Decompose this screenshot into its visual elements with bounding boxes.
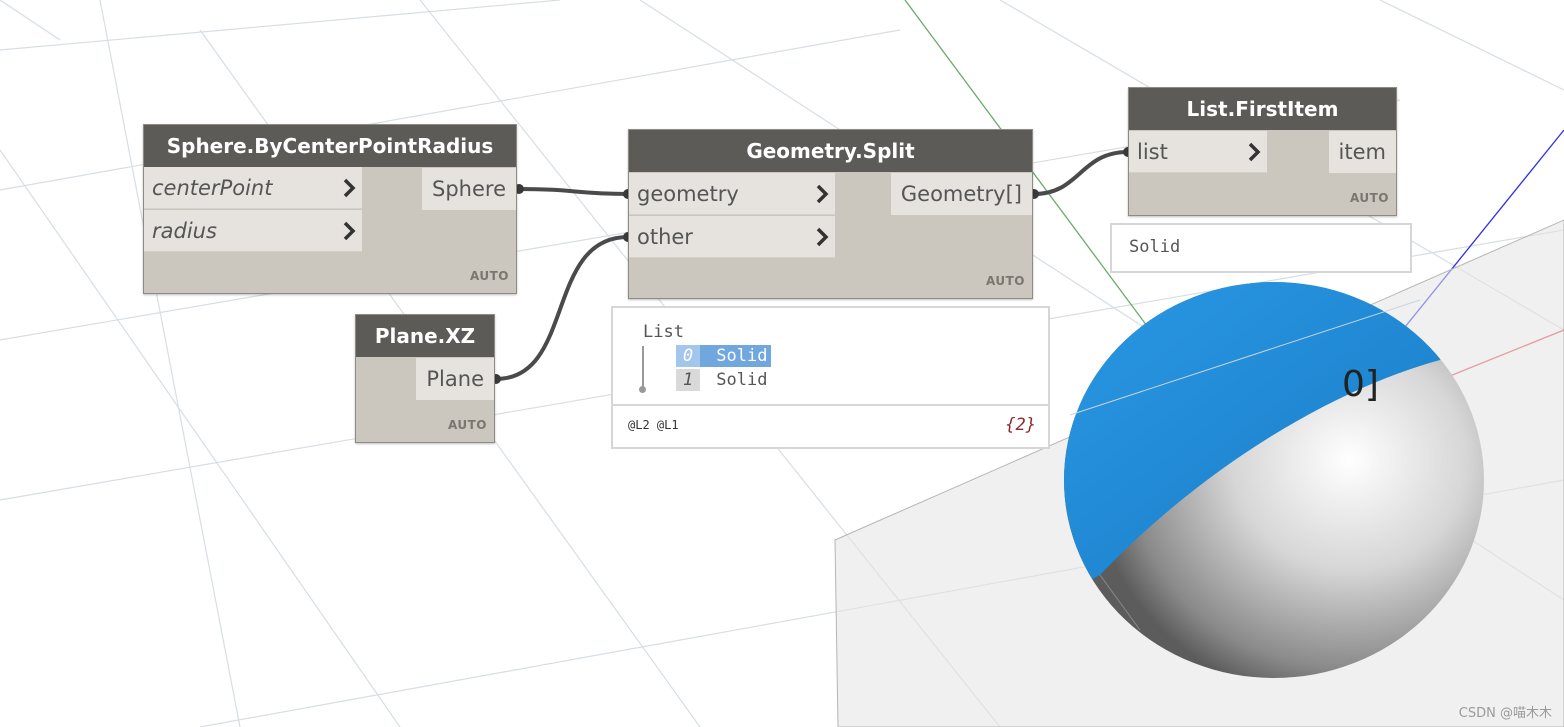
tree-dot — [639, 386, 646, 393]
input-port-center-point[interactable]: centerPoint — [144, 167, 362, 209]
tree-line — [642, 346, 644, 390]
lacing-label: AUTO — [447, 418, 487, 432]
lacing-label: AUTO — [469, 269, 509, 283]
input-port-other[interactable]: other — [629, 216, 835, 258]
node-plane-xz[interactable]: Plane.XZ Plane AUTO — [355, 314, 495, 443]
item-value: Solid — [716, 346, 768, 366]
node-list-first-item[interactable]: List.FirstItem list item AUTO — [1128, 87, 1397, 216]
lacing-label: AUTO — [985, 274, 1025, 288]
node-geometry-split[interactable]: Geometry.Split geometry other Geometry[]… — [628, 129, 1033, 299]
preview-list-item[interactable]: 1 Solid — [676, 369, 767, 391]
node-title[interactable]: List.FirstItem — [1129, 88, 1396, 130]
list-count: {2} — [1005, 415, 1036, 435]
output-port-geometry-array[interactable]: Geometry[] — [890, 173, 1032, 215]
input-port-radius[interactable]: radius — [144, 210, 362, 252]
item-index: 1 — [676, 369, 700, 391]
preview-value: Solid — [1129, 237, 1181, 257]
chevron-right-icon — [1248, 142, 1261, 162]
item-value: Solid — [716, 370, 768, 390]
watermark: CSDN @喵木木 — [1458, 706, 1552, 721]
list-levels: @L2 @L1 — [628, 418, 679, 432]
input-port-geometry[interactable]: geometry — [629, 173, 835, 215]
watch-preview-first-item[interactable]: Solid — [1110, 223, 1412, 273]
output-port-plane[interactable]: Plane — [416, 358, 494, 400]
input-port-list[interactable]: list — [1129, 131, 1267, 173]
item-index: 0 — [676, 345, 700, 367]
preview-footer-divider — [613, 404, 1048, 406]
viewport-label: 0] — [1342, 364, 1379, 405]
chevron-right-icon — [343, 221, 356, 241]
node-title[interactable]: Sphere.ByCenterPointRadius — [144, 125, 516, 167]
output-port-item[interactable]: item — [1328, 131, 1396, 173]
chevron-right-icon — [816, 227, 829, 247]
output-port-sphere[interactable]: Sphere — [422, 168, 516, 210]
node-sphere-by-center-point-radius[interactable]: Sphere.ByCenterPointRadius centerPoint r… — [143, 124, 517, 294]
chevron-right-icon — [816, 184, 829, 204]
preview-list-item[interactable]: 0 Solid — [676, 345, 772, 367]
node-title[interactable]: Geometry.Split — [629, 130, 1032, 172]
chevron-right-icon — [343, 178, 356, 198]
preview-list-header: List — [643, 322, 684, 342]
node-title[interactable]: Plane.XZ — [356, 315, 494, 357]
watch-preview-split[interactable]: List 0 Solid 1 Solid @L2 @L1 {2} — [611, 306, 1050, 449]
lacing-label: AUTO — [1349, 191, 1389, 205]
